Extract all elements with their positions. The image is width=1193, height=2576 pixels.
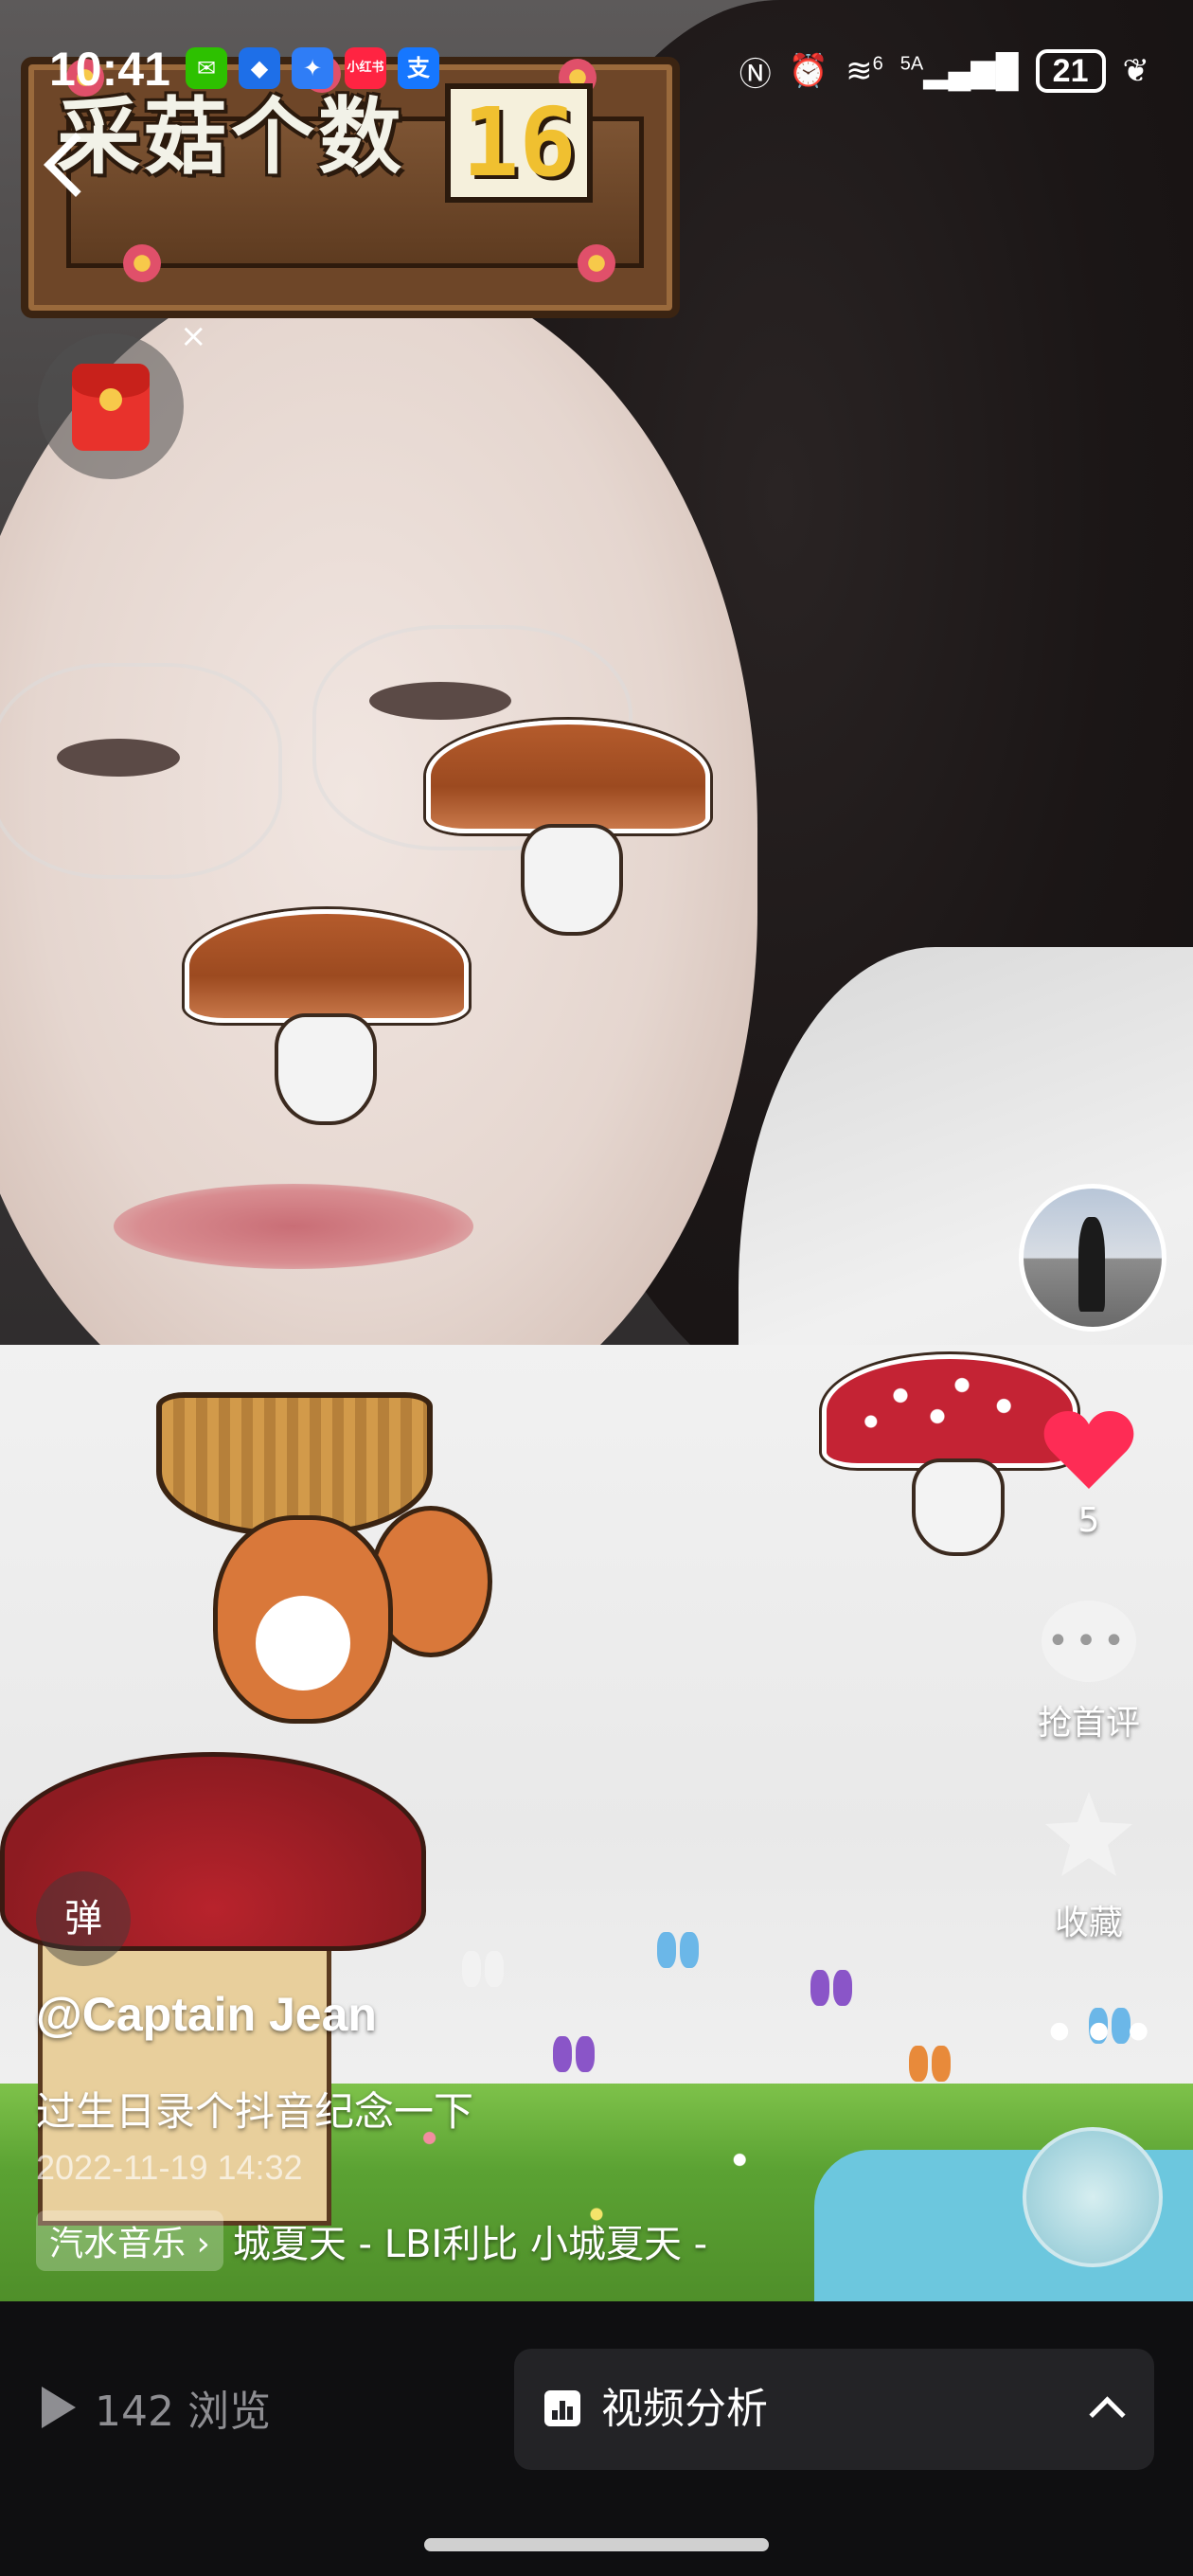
alarm-icon: ⏰ [788, 53, 829, 89]
video-analysis-button[interactable]: 视频分析 [514, 2349, 1154, 2470]
video-caption: 过生日录个抖音纪念一下 [36, 2088, 474, 2135]
lips [114, 1184, 473, 1269]
battery-icon: 21 [1035, 49, 1106, 93]
music-disc-button[interactable] [1023, 2127, 1163, 2267]
eye-right [369, 682, 511, 720]
music-source-chip[interactable]: 汽水音乐 › [36, 2210, 223, 2271]
comment-bubble-icon: ••• [1042, 1601, 1136, 1682]
red-envelope-icon [72, 364, 150, 451]
butterfly-sprite [657, 1932, 699, 1970]
comment-label: 抢首评 [1037, 1704, 1140, 1743]
star-icon [1045, 1792, 1132, 1876]
butterfly-sprite [553, 2036, 595, 2074]
eco-leaf-icon: ❦ [1122, 53, 1150, 89]
status-indicators: Ⓝ ⏰ ≋6 5A▂▄▆█ 21 ❦ [739, 47, 1149, 95]
views-stat: 142 浏览 [42, 2377, 271, 2438]
wechat-icon: ✉ [186, 47, 227, 89]
butterfly-sprite [909, 2046, 951, 2084]
post-timestamp: 2022-11-19 14:32 [36, 2148, 303, 2187]
video-player[interactable] [0, 0, 1193, 2301]
flower-decor [578, 244, 615, 282]
more-options-button[interactable]: ••• [1042, 2004, 1160, 2065]
home-indicator[interactable] [424, 2538, 769, 2551]
butterfly-sprite [810, 1970, 852, 2008]
butterfly-sprite [462, 1951, 504, 1989]
wifi-icon: ≋6 [846, 53, 883, 89]
author-name[interactable]: @Captain Jean [36, 1987, 377, 2042]
music-row[interactable]: 汽水音乐 › 城夏天 - LBI利比 小城夏天 - [36, 2210, 707, 2271]
like-count: 5 [1077, 1501, 1100, 1540]
mushroom-sprite [185, 909, 469, 1136]
like-button[interactable]: 5 [1023, 1407, 1155, 1540]
video-analysis-label: 视频分析 [601, 2385, 768, 2433]
flower-decor [123, 244, 161, 282]
favorite-button[interactable]: 收藏 [1023, 1788, 1155, 1944]
eye-left [57, 739, 180, 777]
mushroom-sprite [426, 720, 710, 947]
xiaohongshu-icon: 小红书 [345, 47, 386, 89]
red-packet-close-button[interactable]: × [180, 317, 207, 355]
message-icon: ◆ [239, 47, 280, 89]
squirrel-sprite [213, 1515, 393, 1724]
views-count: 142 浏览 [95, 2388, 271, 2436]
author-avatar[interactable] [1019, 1184, 1166, 1332]
favorite-label: 收藏 [1054, 1904, 1123, 1942]
heart-icon [1043, 1411, 1134, 1489]
nfc-icon: Ⓝ [739, 56, 772, 93]
comment-button[interactable]: ••• 抢首评 [1023, 1601, 1155, 1744]
bottom-bar: 142 浏览 视频分析 [0, 2301, 1193, 2576]
red-packet-button[interactable] [38, 333, 184, 479]
play-icon [42, 2387, 76, 2428]
danmu-toggle-button[interactable]: 弹 [36, 1871, 131, 1966]
music-track-title[interactable]: 城夏天 - LBI利比 小城夏天 - [233, 2213, 707, 2268]
status-bar: 10:41 ✉ ◆ ✦ 小红书支 Ⓝ ⏰ ≋6 5A▂▄▆█ 21 ❦ [0, 0, 1193, 133]
cellular-icon: 5A▂▄▆█ [899, 53, 1019, 89]
chevron-up-icon [1089, 2396, 1126, 2433]
alipay-icon: 支 [398, 47, 439, 89]
bulb-icon: ✦ [292, 47, 333, 89]
bar-chart-icon [544, 2390, 580, 2426]
status-time: 10:41 [49, 43, 170, 96]
